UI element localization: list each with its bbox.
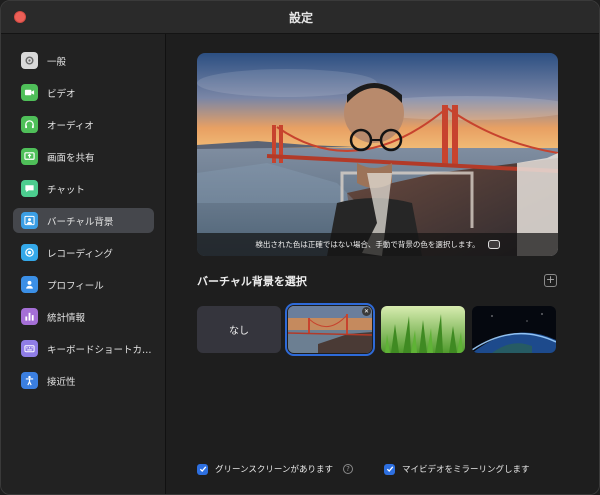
window-title: 設定 [288, 11, 313, 25]
green-screen-label: グリーンスクリーンがあります [215, 465, 333, 475]
grass-thumbnail [381, 306, 465, 353]
sidebar-item-label: 画面を共有 [47, 152, 95, 164]
sidebar-item-label: 統計情報 [47, 312, 86, 324]
video-camera-icon [21, 84, 38, 101]
mirror-video-label: マイビデオをミラーリングします [402, 465, 530, 475]
mirror-video-checkbox[interactable] [384, 463, 395, 475]
sidebar-item-accessibility[interactable]: 接近性 [13, 368, 154, 393]
virtual-background-panel: 検出された色は正確ではない場合、手動で背景の色を選択します。 バーチャル背景を選… [167, 34, 599, 494]
headphones-icon [21, 116, 38, 133]
earth-from-space-thumbnail [472, 306, 556, 353]
remove-background-icon[interactable]: ✕ [362, 307, 371, 316]
add-background-button[interactable]: + [544, 274, 557, 287]
title-bar: 設定 [1, 1, 599, 34]
help-icon[interactable]: ? [342, 464, 353, 474]
sidebar-item-label: オーディオ [47, 120, 94, 132]
sidebar-item-label: チャット [47, 184, 85, 196]
sidebar-item-label: ビデオ [47, 88, 76, 100]
accessibility-icon [21, 372, 38, 389]
profile-icon [21, 276, 38, 293]
green-screen-option[interactable]: グリーンスクリーンがあります ? [197, 463, 353, 475]
sidebar-item-keyboard-shortcuts[interactable]: キーボードショートカ… [13, 336, 154, 361]
golden-gate-preview-image [197, 53, 558, 256]
keyboard-icon [21, 340, 38, 357]
sidebar-item-profile[interactable]: プロフィール [13, 272, 154, 297]
mirror-video-option[interactable]: マイビデオをミラーリングします [384, 463, 530, 475]
sidebar-item-recording[interactable]: レコーディング [13, 240, 154, 265]
sidebar-item-statistics[interactable]: 統計情報 [13, 304, 154, 329]
chat-bubble-icon [21, 180, 38, 197]
background-thumb-grass[interactable] [381, 306, 465, 353]
sidebar-item-general[interactable]: 一般 [13, 48, 154, 73]
background-thumb-earth[interactable] [472, 306, 556, 353]
background-thumb-none[interactable]: なし [197, 306, 281, 353]
background-thumb-golden-gate[interactable]: ✕ [285, 303, 375, 356]
sidebar-item-video[interactable]: ビデオ [13, 80, 154, 105]
bar-chart-icon [21, 308, 38, 325]
preview-notice-bar: 検出された色は正確ではない場合、手動で背景の色を選択します。 [197, 233, 558, 256]
sidebar-item-chat[interactable]: チャット [13, 176, 154, 201]
sidebar-item-label: 一般 [47, 56, 67, 68]
sidebar: 一般 ビデオ オーディオ 画面を共有 チャット バーチャル背景 レコーディング … [1, 34, 166, 494]
sidebar-item-share-screen[interactable]: 画面を共有 [13, 144, 154, 169]
sidebar-item-label: バーチャル背景 [47, 216, 114, 228]
color-picker-icon[interactable] [487, 240, 500, 249]
sidebar-item-label: レコーディング [47, 248, 113, 260]
green-screen-checkbox[interactable] [197, 463, 208, 475]
share-screen-icon [21, 148, 38, 165]
golden-gate-thumbnail [288, 306, 372, 353]
sidebar-item-virtual-background[interactable]: バーチャル背景 [13, 208, 154, 233]
gear-icon [21, 52, 38, 69]
section-title: バーチャル背景を選択 [197, 275, 307, 288]
record-icon [21, 244, 38, 261]
settings-window: 設定 一般 ビデオ オーディオ 画面を共有 チャット バーチャル背景 レコーディ… [0, 0, 600, 495]
video-preview: 検出された色は正確ではない場合、手動で背景の色を選択します。 [197, 53, 558, 256]
sidebar-item-label: プロフィール [47, 280, 104, 292]
person-background-icon [21, 212, 38, 229]
preview-notice-text: 検出された色は正確ではない場合、手動で背景の色を選択します。 [255, 240, 480, 249]
sidebar-item-audio[interactable]: オーディオ [13, 112, 154, 137]
sidebar-item-label: 接近性 [47, 376, 76, 388]
background-thumb-label: なし [229, 326, 249, 337]
sidebar-item-label: キーボードショートカ… [47, 344, 152, 356]
